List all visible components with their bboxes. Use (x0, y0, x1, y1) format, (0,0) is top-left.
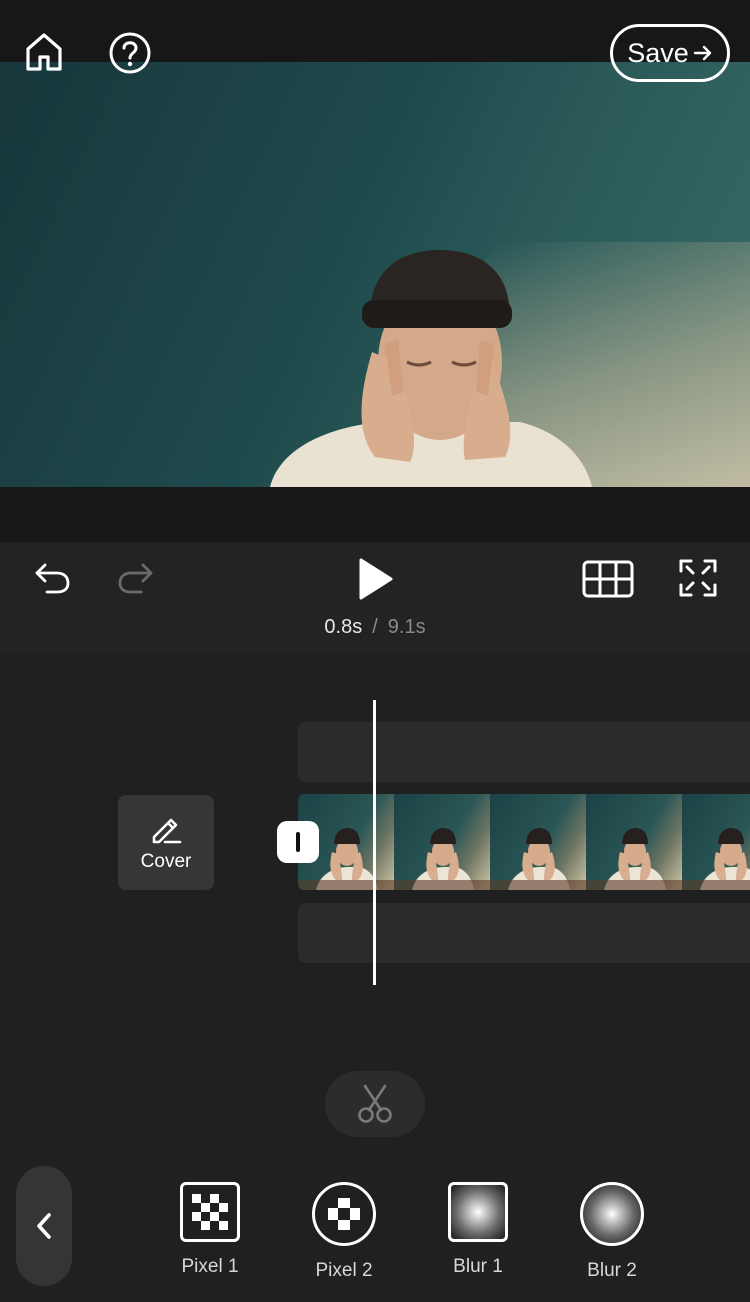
redo-icon (118, 563, 153, 594)
help-icon (109, 32, 151, 74)
save-button[interactable]: Save (610, 24, 730, 82)
fullscreen-button[interactable] (676, 556, 720, 600)
back-button[interactable] (16, 1166, 72, 1286)
pixel-grid-square-icon (180, 1182, 240, 1242)
save-label: Save (627, 37, 689, 68)
arrow-right-icon (693, 45, 711, 61)
blur-square-icon (448, 1182, 508, 1242)
blur-circle-icon (580, 1182, 644, 1246)
trim-handle-grip (296, 832, 300, 852)
playback-time: 0.8s / 9.1s (0, 616, 750, 639)
effect-label: Pixel 1 (181, 1256, 239, 1277)
cover-button[interactable]: Cover (118, 795, 214, 890)
redo-button[interactable] (114, 558, 158, 598)
video-preview-area (0, 62, 750, 542)
thumbnail-person (586, 828, 682, 890)
cover-label: Cover (140, 850, 192, 872)
filmstrip-thumbnail (586, 794, 682, 890)
effect-blur-2[interactable]: Blur 2 (562, 1182, 662, 1282)
filmstrip-thumbnail (394, 794, 490, 890)
play-button[interactable] (352, 554, 398, 604)
video-frame[interactable] (0, 62, 750, 487)
effect-label: Pixel 2 (315, 1260, 373, 1281)
effect-label: Blur 1 (453, 1256, 503, 1277)
grid-button[interactable] (582, 558, 634, 600)
split-button[interactable] (325, 1071, 425, 1137)
fullscreen-icon (679, 559, 717, 597)
effect-label: Blur 2 (587, 1260, 637, 1281)
lower-track[interactable] (298, 903, 750, 963)
grid-icon (582, 560, 634, 598)
help-button[interactable] (107, 30, 153, 76)
video-filmstrip[interactable] (298, 794, 750, 890)
effect-pixel-2[interactable]: Pixel 2 (294, 1182, 394, 1282)
filmstrip-thumbnail (682, 794, 750, 890)
preview-person-illustration (270, 250, 592, 487)
pixel-checker-pattern (192, 1194, 228, 1230)
play-icon (359, 558, 393, 600)
filmstrip-thumbnail (490, 794, 586, 890)
undo-icon (35, 563, 70, 594)
scissors-icon (358, 1084, 392, 1123)
effect-pixel-1[interactable]: Pixel 1 (160, 1182, 260, 1278)
thumbnail-person (490, 828, 586, 890)
playhead[interactable] (373, 700, 376, 985)
chevron-left-icon (37, 1213, 51, 1239)
pixel-circle-pattern (328, 1198, 360, 1230)
home-button[interactable] (22, 30, 66, 74)
effect-blur-1[interactable]: Blur 1 (428, 1182, 528, 1278)
clip-trim-handle[interactable] (277, 821, 319, 863)
pixel-grid-circle-icon (312, 1182, 376, 1246)
thumbnail-person (394, 828, 490, 890)
pencil-icon (152, 818, 182, 843)
upper-track[interactable] (298, 722, 750, 782)
undo-button[interactable] (30, 558, 74, 598)
thumbnail-person (682, 828, 750, 890)
home-icon (26, 33, 62, 71)
total-time: 9.1s (387, 616, 426, 638)
current-time: 0.8s (324, 616, 363, 638)
time-separator: / (372, 616, 378, 638)
